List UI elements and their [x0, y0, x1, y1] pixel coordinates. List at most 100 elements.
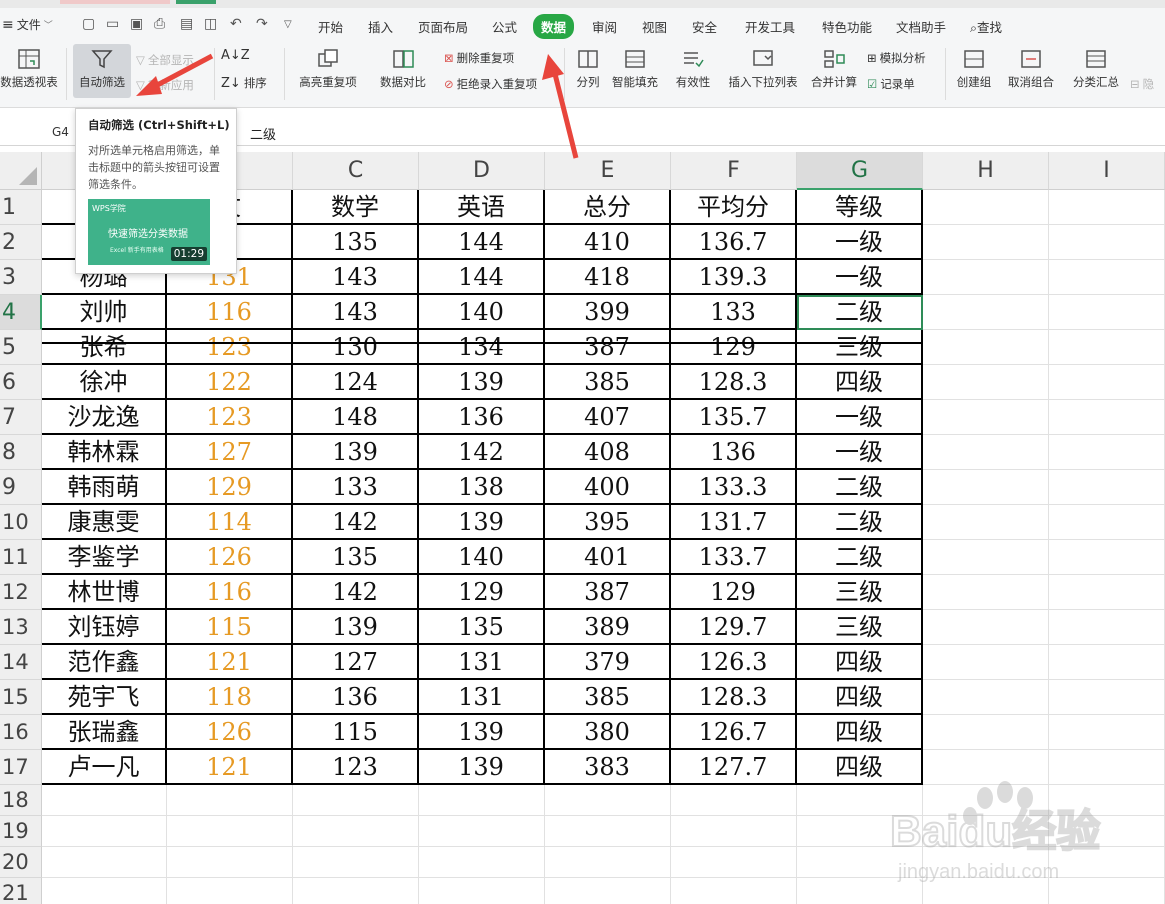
- cell-d10[interactable]: 139: [419, 505, 545, 540]
- cell-e17[interactable]: 383: [545, 750, 671, 785]
- cell-e7[interactable]: 407: [545, 400, 671, 435]
- cell-e13[interactable]: 389: [545, 610, 671, 645]
- cell-d21[interactable]: [419, 878, 545, 904]
- cell-i1[interactable]: [1049, 190, 1165, 225]
- cell-h8[interactable]: [923, 435, 1049, 470]
- tab-home[interactable]: 开始: [318, 17, 343, 36]
- delete-duplicates-button[interactable]: ⊠ 删除重复项: [444, 50, 514, 66]
- cell-c9[interactable]: 133: [293, 470, 419, 505]
- cell-f6[interactable]: 128.3: [671, 365, 797, 400]
- cell-g14[interactable]: 四级: [797, 645, 923, 680]
- cell-f5[interactable]: 129: [671, 330, 797, 365]
- sort-button[interactable]: Z↓ 排序: [221, 75, 267, 91]
- cell-d9[interactable]: 138: [419, 470, 545, 505]
- cell-h5[interactable]: [923, 330, 1049, 365]
- cell-g16[interactable]: 四级: [797, 715, 923, 750]
- cell-g13[interactable]: 三级: [797, 610, 923, 645]
- cell-f11[interactable]: 133.7: [671, 540, 797, 575]
- simulate-analysis-button[interactable]: ⊞ 模拟分析: [867, 50, 926, 66]
- cell-g7[interactable]: 一级: [797, 400, 923, 435]
- cell-b6[interactable]: 122: [167, 365, 293, 400]
- cell-e10[interactable]: 395: [545, 505, 671, 540]
- row-header-16[interactable]: 16: [0, 715, 42, 750]
- data-compare-button[interactable]: 数据对比: [373, 48, 433, 90]
- cell-g15[interactable]: 四级: [797, 680, 923, 715]
- cell-a4[interactable]: 刘帅: [42, 295, 167, 330]
- cell-c15[interactable]: 136: [293, 680, 419, 715]
- cell-g5[interactable]: 三级: [797, 330, 923, 365]
- cell-g10[interactable]: 二级: [797, 505, 923, 540]
- cell-c5[interactable]: 130: [293, 330, 419, 365]
- cell-b21[interactable]: [167, 878, 293, 904]
- cell-b10[interactable]: 114: [167, 505, 293, 540]
- cell-h10[interactable]: [923, 505, 1049, 540]
- cell-e8[interactable]: 408: [545, 435, 671, 470]
- tab-security[interactable]: 安全: [692, 17, 717, 36]
- row-header-13[interactable]: 13: [0, 610, 42, 645]
- sort-asc-button[interactable]: A↓Z: [221, 48, 250, 63]
- row-header-2[interactable]: 2: [0, 225, 42, 260]
- row-header-11[interactable]: 11: [0, 540, 42, 575]
- cell-f7[interactable]: 135.7: [671, 400, 797, 435]
- row-header-21[interactable]: 21: [0, 878, 42, 904]
- cell-b13[interactable]: 115: [167, 610, 293, 645]
- cell-g6[interactable]: 四级: [797, 365, 923, 400]
- column-header-f[interactable]: F: [671, 152, 797, 190]
- cell-a21[interactable]: [42, 878, 167, 904]
- cell-c20[interactable]: [293, 847, 419, 878]
- tab-data[interactable]: 数据: [533, 14, 575, 39]
- cell-i16[interactable]: [1049, 715, 1165, 750]
- cell-d12[interactable]: 129: [419, 575, 545, 610]
- cell-b9[interactable]: 129: [167, 470, 293, 505]
- cell-i8[interactable]: [1049, 435, 1165, 470]
- cell-b5[interactable]: 123: [167, 330, 293, 365]
- search-button[interactable]: ⌕查找: [970, 17, 1002, 36]
- cell-e4[interactable]: 399: [545, 295, 671, 330]
- cell-d19[interactable]: [419, 816, 545, 847]
- cell-d3[interactable]: 144: [419, 260, 545, 295]
- select-all-corner[interactable]: [0, 152, 42, 190]
- cell-e20[interactable]: [545, 847, 671, 878]
- cell-i2[interactable]: [1049, 225, 1165, 260]
- cell-c17[interactable]: 123: [293, 750, 419, 785]
- cell-d15[interactable]: 131: [419, 680, 545, 715]
- cell-f8[interactable]: 136: [671, 435, 797, 470]
- cell-b19[interactable]: [167, 816, 293, 847]
- cell-a13[interactable]: 刘钰婷: [42, 610, 167, 645]
- cell-f14[interactable]: 126.3: [671, 645, 797, 680]
- cell-c18[interactable]: [293, 785, 419, 816]
- cell-f21[interactable]: [671, 878, 797, 904]
- cell-e16[interactable]: 380: [545, 715, 671, 750]
- row-header-10[interactable]: 10: [0, 505, 42, 540]
- cell-d20[interactable]: [419, 847, 545, 878]
- cell-c11[interactable]: 135: [293, 540, 419, 575]
- cell-c4[interactable]: 143: [293, 295, 419, 330]
- cell-d1[interactable]: 英语: [419, 190, 545, 225]
- cell-h1[interactable]: [923, 190, 1049, 225]
- cell-h7[interactable]: [923, 400, 1049, 435]
- cell-i10[interactable]: [1049, 505, 1165, 540]
- cell-i5[interactable]: [1049, 330, 1165, 365]
- row-header-3[interactable]: 3: [0, 260, 42, 295]
- preview-icon[interactable]: ◫: [204, 16, 217, 32]
- tab-page-layout[interactable]: 页面布局: [418, 17, 468, 36]
- highlight-duplicates-button[interactable]: 高亮重复项: [292, 48, 364, 90]
- cell-c16[interactable]: 115: [293, 715, 419, 750]
- cell-e1[interactable]: 总分: [545, 190, 671, 225]
- cell-c8[interactable]: 139: [293, 435, 419, 470]
- cell-i13[interactable]: [1049, 610, 1165, 645]
- cell-e14[interactable]: 379: [545, 645, 671, 680]
- cell-f10[interactable]: 131.7: [671, 505, 797, 540]
- name-box[interactable]: G4: [52, 125, 69, 139]
- cell-c10[interactable]: 142: [293, 505, 419, 540]
- cell-h4[interactable]: [923, 295, 1049, 330]
- row-header-6[interactable]: 6: [0, 365, 42, 400]
- cell-d11[interactable]: 140: [419, 540, 545, 575]
- cell-d2[interactable]: 144: [419, 225, 545, 260]
- cell-h6[interactable]: [923, 365, 1049, 400]
- ungroup-button[interactable]: 取消组合: [1002, 48, 1060, 90]
- cell-e18[interactable]: [545, 785, 671, 816]
- tab-features[interactable]: 特色功能: [822, 17, 872, 36]
- row-header-19[interactable]: 19: [0, 816, 42, 847]
- tab-view[interactable]: 视图: [642, 17, 667, 36]
